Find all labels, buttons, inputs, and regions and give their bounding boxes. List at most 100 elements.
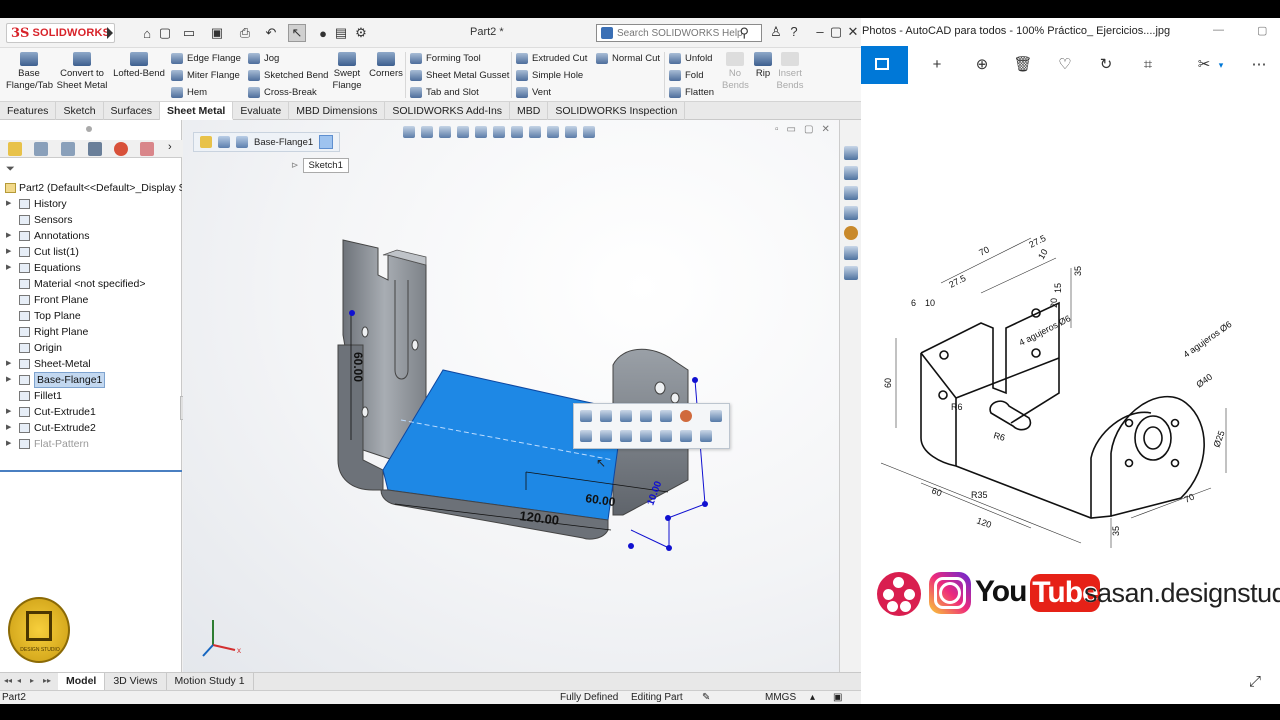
file-explorer-icon[interactable] [844, 186, 858, 200]
minimize-icon[interactable]: – [812, 24, 828, 42]
appearances-icon[interactable] [844, 226, 858, 240]
miter-flange-button[interactable]: Miter Flange [171, 67, 240, 83]
bottom-tab-model[interactable]: Model [58, 673, 106, 690]
close-icon[interactable]: ✕ [845, 24, 861, 42]
no-bends-button[interactable]: No Bends [722, 52, 749, 92]
sketch-point[interactable] [628, 543, 634, 549]
chevron-right-icon[interactable]: › [168, 141, 172, 153]
gallery-button[interactable] [861, 46, 908, 84]
units-dropdown-icon[interactable]: ▴ [810, 692, 815, 703]
tab-scroll-icon[interactable]: ▸▸ [43, 676, 51, 685]
delete-icon[interactable]: 🗑 [1013, 55, 1033, 75]
tree-item-cut-extrude1[interactable]: ▶ Cut-Extrude1 [0, 404, 182, 420]
edit-dropdown-icon[interactable]: ▾ [1211, 55, 1231, 75]
dimxpert-tab-icon[interactable] [88, 142, 102, 156]
rotate-icon[interactable]: ↻ [1096, 55, 1116, 75]
save-icon[interactable]: ▣ [208, 24, 226, 42]
more-options-icon[interactable] [710, 410, 722, 422]
dim-height-label[interactable]: 60.00 [351, 352, 365, 382]
unfold-button[interactable]: Unfold [669, 50, 712, 66]
sketch-point[interactable] [692, 377, 698, 383]
normal-to-plane-icon[interactable] [660, 430, 672, 442]
photos-minimize-icon[interactable]: — [1213, 24, 1224, 36]
options-gear-icon[interactable]: ⚙ [352, 24, 370, 42]
hide-icon[interactable] [620, 430, 632, 442]
zoom-to-selection-icon[interactable] [640, 430, 652, 442]
flatten-button[interactable]: Flatten [669, 84, 714, 100]
corners-button[interactable]: Corners [368, 52, 404, 80]
expand-arrow-icon[interactable]: ▶ [6, 420, 11, 436]
convert-to-sheet-metal-button[interactable]: Convert to Sheet Metal [56, 52, 108, 92]
tree-item-flat-pattern[interactable]: ▶ Flat-Pattern [0, 436, 182, 452]
favorite-icon[interactable]: ♡ [1055, 55, 1075, 75]
edit-sketch-icon[interactable] [600, 410, 612, 422]
tab-surfaces[interactable]: Surfaces [104, 102, 160, 120]
appearance-icon[interactable] [680, 410, 692, 422]
design-library-icon[interactable] [844, 166, 858, 180]
cross-break-button[interactable]: Cross-Break [248, 84, 317, 100]
sketch-point[interactable] [665, 515, 671, 521]
sketch-icon[interactable] [620, 410, 632, 422]
user-icon[interactable]: ♙ [768, 24, 784, 42]
tree-item-cut-list-1[interactable]: ▶ Cut list(1) [0, 244, 182, 260]
tab-features[interactable]: Features [0, 102, 57, 120]
display-manager-tab-icon[interactable] [114, 142, 128, 156]
panel-grip-icon[interactable] [86, 126, 92, 132]
feature-manager-tab-icon[interactable] [8, 142, 22, 156]
part-model[interactable]: 60.00 120.00 60.00 10.00 x [183, 120, 839, 676]
tree-item-material-not-specified[interactable]: Material <not specified> [0, 276, 182, 292]
bottom-tab-motion-study-1[interactable]: Motion Study 1 [167, 673, 254, 690]
bottom-tab-3d-views[interactable]: 3D Views [105, 673, 167, 690]
expand-arrow-icon[interactable]: ▶ [6, 436, 11, 452]
lofted-bend-button[interactable]: Lofted-Bend [112, 52, 166, 80]
sketched-bend-button[interactable]: Sketched Bend [248, 67, 328, 83]
tree-item-right-plane[interactable]: Right Plane [0, 324, 182, 340]
rotate-view-icon[interactable] [700, 430, 712, 442]
tree-item-origin[interactable]: Origin [0, 340, 182, 356]
maximize-icon[interactable]: ▢ [828, 24, 844, 42]
help-icon[interactable]: ? [786, 24, 802, 42]
expand-arrow-icon[interactable]: ▶ [6, 356, 11, 372]
tab-sheet-metal[interactable]: Sheet Metal [159, 102, 234, 120]
tree-item-cut-extrude2[interactable]: ▶ Cut-Extrude2 [0, 420, 182, 436]
new-icon[interactable]: ▢ [156, 24, 174, 42]
configuration-manager-tab-icon[interactable] [61, 142, 75, 156]
property-manager-tab-icon[interactable] [34, 142, 48, 156]
sketch-line[interactable] [630, 529, 670, 549]
hem-button[interactable]: Hem [171, 84, 207, 100]
open-icon[interactable]: ▭ [180, 24, 198, 42]
cam-tab-icon[interactable] [140, 142, 154, 156]
tree-root-part[interactable]: Part2 (Default<<Default>_Display S [0, 180, 182, 196]
expand-arrow-icon[interactable]: ▶ [6, 372, 11, 388]
expand-arrow-icon[interactable]: ▶ [6, 196, 11, 212]
tree-item-annotations[interactable]: ▶ Annotations [0, 228, 182, 244]
normal-to-icon[interactable] [640, 410, 652, 422]
zoom-in-icon[interactable]: ⊕ [972, 55, 992, 75]
more-icon[interactable]: ⋯ [1249, 55, 1269, 75]
tab-mbd[interactable]: MBD [510, 102, 549, 120]
fullscreen-icon[interactable]: ⤢ [1249, 673, 1265, 690]
print-icon[interactable]: ⎙ [236, 24, 254, 42]
rollback-icon[interactable] [660, 410, 672, 422]
swept-flange-button[interactable]: Swept Flange [330, 52, 364, 92]
convert-entities-icon[interactable] [600, 430, 612, 442]
forum-icon[interactable] [844, 266, 858, 280]
rebuild-status-icon[interactable]: ✎ [702, 692, 710, 703]
tree-item-sheet-metal[interactable]: ▶ Sheet-Metal [0, 356, 182, 372]
sketch-point[interactable] [666, 545, 672, 551]
sketch-point[interactable] [702, 501, 708, 507]
simple-hole-button[interactable]: Simple Hole [516, 67, 583, 83]
tree-item-fillet1[interactable]: Fillet1 [0, 388, 182, 404]
normal-cut-button[interactable]: Normal Cut [596, 50, 660, 66]
view-orientation-icon[interactable] [580, 430, 592, 442]
expand-arrow-icon[interactable]: ▶ [6, 244, 11, 260]
view-palette-icon[interactable] [844, 206, 858, 220]
tab-and-slot-button[interactable]: Tab and Slot [410, 84, 479, 100]
custom-properties-icon[interactable] [844, 246, 858, 260]
jog-button[interactable]: Jog [248, 50, 279, 66]
expand-arrow-icon[interactable]: ▶ [6, 228, 11, 244]
menu-expand-icon[interactable] [107, 27, 113, 39]
tab-mbd-dimensions[interactable]: MBD Dimensions [289, 102, 386, 120]
undo-icon[interactable]: ↶ [262, 24, 280, 42]
resources-home-icon[interactable] [844, 146, 858, 160]
